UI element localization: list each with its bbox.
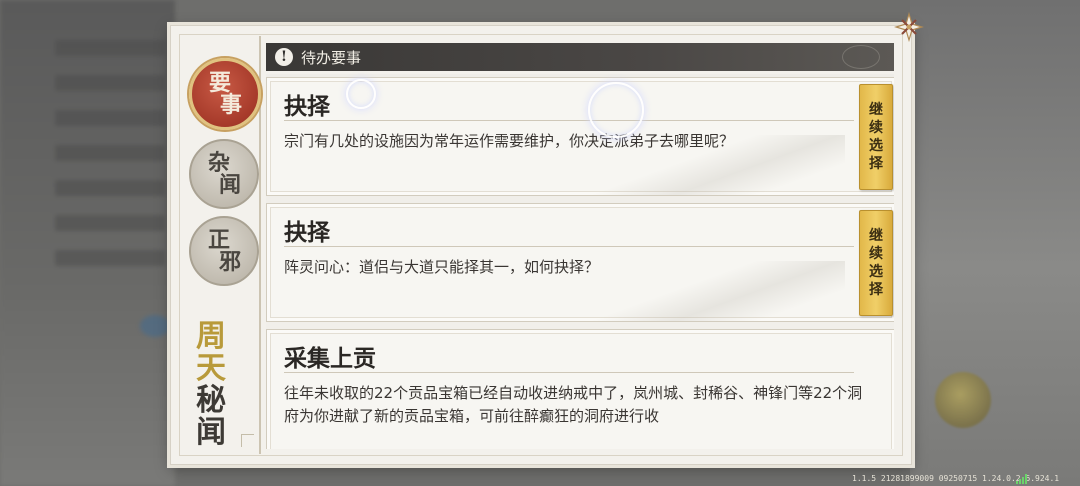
button-char: 选 [869,264,883,280]
tab-good-evil-char2: 邪 [218,249,241,275]
button-char: 续 [869,246,883,262]
tab-good-evil-char1: 正 [207,227,230,253]
task-title: 抉择 [284,93,330,120]
weekly-secrets-char2: 天 [196,351,226,386]
continue-choice-button[interactable]: 继 续 选 择 [859,84,893,190]
task-description: 宗门有几处的设施因为常年运作需要维护，你决定派弟子去哪里呢？ [284,132,735,150]
task-description: 阵灵问心：道侣与大道只能择其一，如何抉择？ [284,258,600,276]
task-card: 采集上贡 往年未收取的22个贡品宝箱已经自动收进纳戒中了，岚州城、封稀谷、神锋门… [266,329,894,449]
tab-weekly-secrets[interactable]: 周 天 秘 闻 [191,321,231,449]
background-left [0,0,175,486]
background-right [910,0,1080,486]
task-title: 抉择 [284,219,330,246]
version-text: 1.1.5 21281899009 09250715 1.24.0.2.6.92… [852,474,1060,483]
glow-orb-decoration [588,82,644,138]
button-char: 续 [869,120,883,136]
tab-rumors-char1: 杂 [207,150,230,176]
panel-header: ! 待办要事 [266,43,894,71]
tab-important-char2: 事 [219,92,242,118]
tab-important[interactable]: 要 事 [189,58,261,130]
task-card: 抉择 阵灵问心：道侣与大道只能择其一，如何抉择？ 继 续 选 择 [266,203,894,322]
weekly-secrets-char1: 周 [196,319,226,354]
divider [284,372,854,373]
task-title: 采集上贡 [284,345,376,372]
divider [284,120,854,121]
close-icon[interactable] [893,11,925,43]
background-blur-blob [140,315,170,337]
weekly-secrets-char4: 闻 [196,415,226,450]
corner-ornament [241,434,254,447]
tab-good-evil[interactable]: 正 邪 [189,216,259,286]
tab-rumors-char2: 闻 [218,172,241,198]
signal-icon [1016,474,1027,484]
background-coin-icon [935,372,991,428]
tab-rumors[interactable]: 杂 闻 [189,139,259,209]
continue-choice-button[interactable]: 继 续 选 择 [859,210,893,316]
button-char: 继 [869,228,883,244]
button-char: 继 [869,102,883,118]
todo-panel: 要 事 杂 闻 正 邪 周 天 秘 闻 ! 待办要事 抉择 宗门有几处的设施因为… [170,25,912,465]
weekly-secrets-char3: 秘 [196,383,226,418]
divider [284,246,854,247]
button-char: 选 [869,138,883,154]
task-list[interactable]: 抉择 宗门有几处的设施因为常年运作需要维护，你决定派弟子去哪里呢？ 继 续 选 … [266,74,894,449]
compass-ornament-icon [842,45,880,69]
sidebar: 要 事 杂 闻 正 邪 周 天 秘 闻 [181,36,261,454]
exclamation-icon: ! [275,48,293,66]
task-description: 往年未收取的22个贡品宝箱已经自动收进纳戒中了，岚州城、封稀谷、神锋门等22个洞… [284,384,863,425]
panel-title: 待办要事 [301,48,362,67]
glow-orb-decoration [346,79,376,109]
tab-important-char1: 要 [208,70,231,96]
button-char: 择 [869,282,883,298]
button-char: 择 [869,156,883,172]
